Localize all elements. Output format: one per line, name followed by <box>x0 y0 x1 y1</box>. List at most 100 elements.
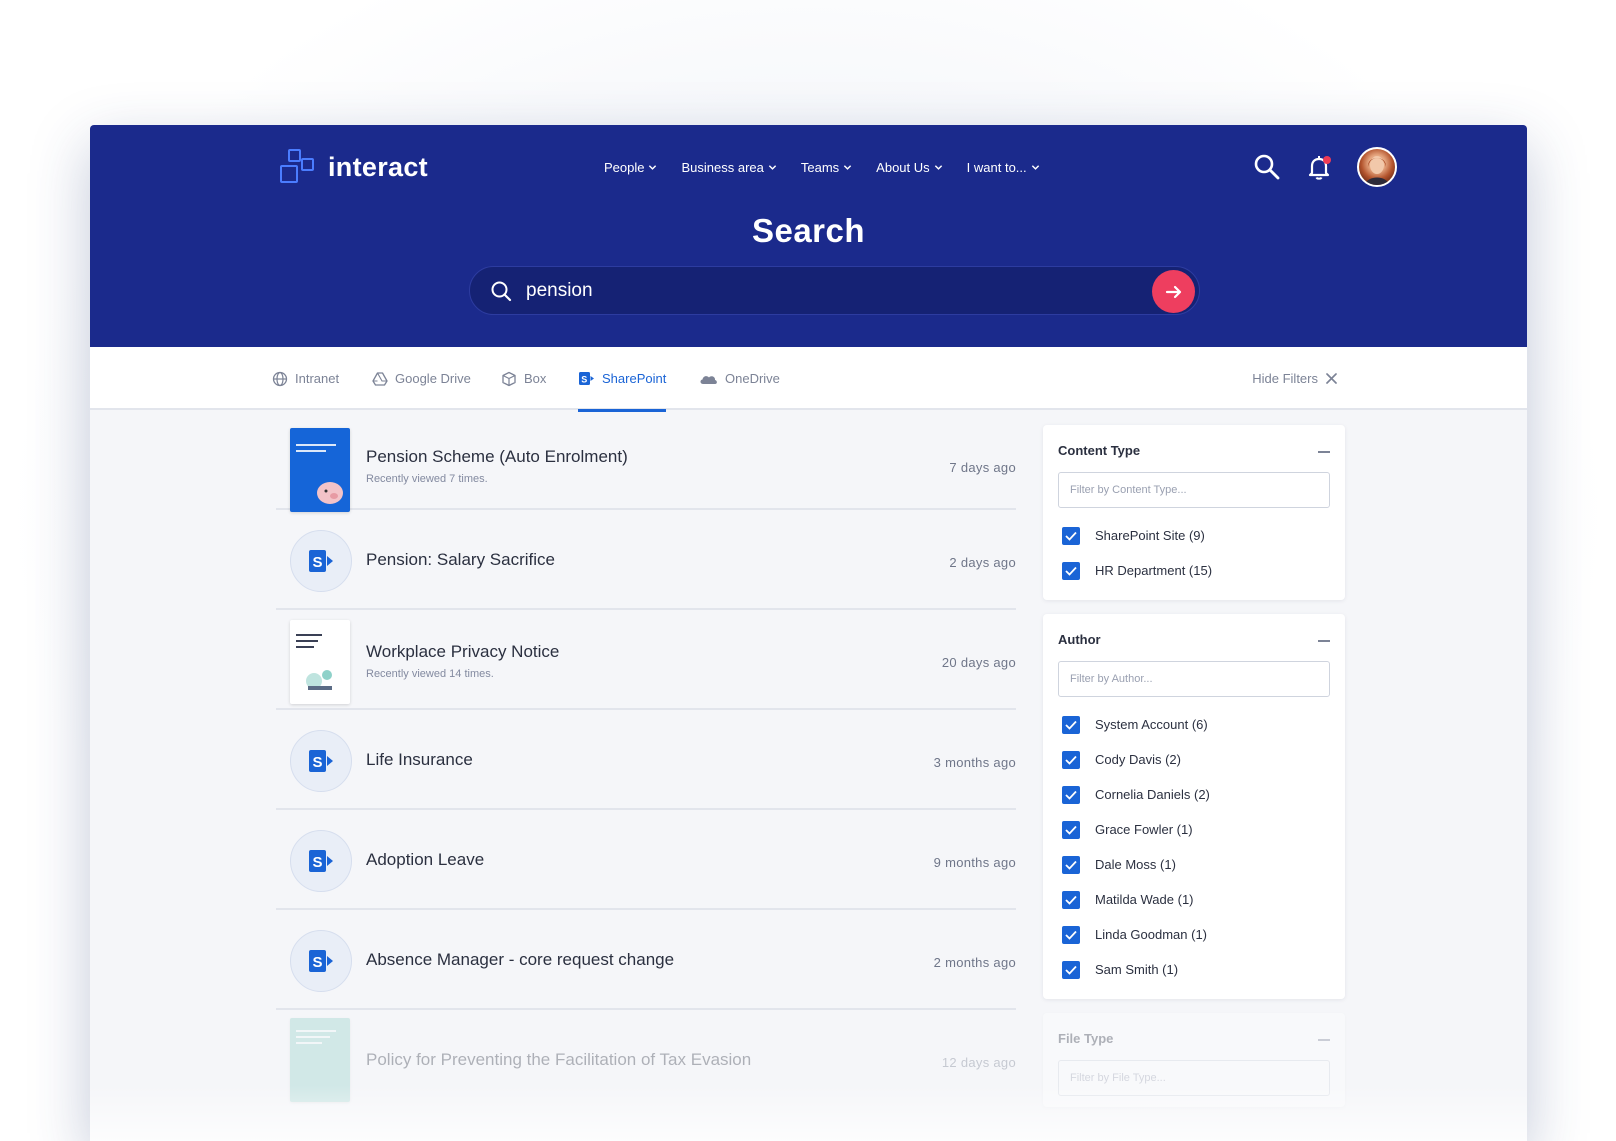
checkbox-checked[interactable] <box>1062 820 1080 839</box>
checkmark-icon <box>1065 895 1077 905</box>
filter-option-label: Sam Smith (1) <box>1095 962 1179 977</box>
result-row[interactable]: Policy for Preventing the Facilitation o… <box>276 1010 1016 1110</box>
filter-option[interactable]: Cody Davis (2) <box>1058 742 1330 777</box>
result-date: 2 days ago <box>949 555 1016 570</box>
checkmark-icon <box>1065 566 1077 576</box>
nav-item-business-area[interactable]: Business area <box>681 157 777 177</box>
nav-item-label: People <box>604 159 645 175</box>
checkmark-icon <box>1065 720 1077 730</box>
filter-option[interactable]: Matilda Wade (1) <box>1058 882 1330 917</box>
filter-option[interactable]: Cornelia Daniels (2) <box>1058 777 1330 812</box>
filter-option[interactable]: SharePoint Site (9) <box>1058 518 1330 553</box>
search-bar <box>469 266 1200 315</box>
filter-option[interactable]: System Account (6) <box>1058 707 1330 742</box>
tab-sharepoint[interactable]: S SharePoint <box>578 347 667 412</box>
nav-item-label: Business area <box>681 159 764 175</box>
collapse-icon[interactable] <box>1318 451 1330 453</box>
chevron-down-icon <box>768 164 777 170</box>
header: interact People Business area Teams Abou… <box>90 125 1527 347</box>
checkbox-checked[interactable] <box>1062 750 1080 769</box>
checkbox-checked[interactable] <box>1062 890 1080 909</box>
results-list: Pension Scheme (Auto Enrolment) Recently… <box>276 410 1016 1110</box>
checkbox-checked[interactable] <box>1062 925 1080 944</box>
result-date: 3 months ago <box>933 755 1016 770</box>
result-title: Pension Scheme (Auto Enrolment) <box>366 447 628 466</box>
tab-label: Google Drive <box>395 371 471 386</box>
filter-option-label: Cody Davis (2) <box>1095 752 1181 767</box>
hide-filters-button[interactable]: Hide Filters <box>1252 347 1337 410</box>
search-icon[interactable] <box>1253 153 1281 181</box>
nav-item-i-want-to[interactable]: I want to... <box>967 157 1040 177</box>
result-row[interactable]: S Pension: Salary Sacrifice 2 days ago <box>276 510 1016 610</box>
result-row[interactable]: S Adoption Leave 9 months ago <box>276 810 1016 910</box>
user-avatar[interactable] <box>1357 147 1397 187</box>
tab-onedrive[interactable]: OneDrive <box>699 347 780 410</box>
onedrive-icon <box>700 375 717 384</box>
search-input[interactable] <box>526 267 1116 314</box>
collapse-icon[interactable] <box>1318 1039 1330 1041</box>
checkmark-icon <box>1065 755 1077 765</box>
sharepoint-icon: S <box>290 830 352 892</box>
checkbox-checked[interactable] <box>1062 526 1080 545</box>
svg-text:S: S <box>313 754 323 771</box>
result-title: Life Insurance <box>366 750 473 769</box>
checkbox-checked[interactable] <box>1062 785 1080 804</box>
checkmark-icon <box>1065 965 1077 975</box>
filter-option-label: System Account (6) <box>1095 717 1208 732</box>
nav-item-label: I want to... <box>966 159 1027 175</box>
result-date: 12 days ago <box>941 1055 1016 1070</box>
filter-option[interactable]: HR Department (15) <box>1058 553 1330 588</box>
filter-option-label: Grace Fowler (1) <box>1095 822 1193 837</box>
tab-label: Intranet <box>295 371 340 386</box>
collapse-icon[interactable] <box>1318 640 1330 642</box>
result-row[interactable]: S Life Insurance 3 months ago <box>276 710 1016 810</box>
globe-icon <box>272 371 288 386</box>
tab-google-drive[interactable]: Google Drive <box>372 347 471 410</box>
filter-option[interactable]: Grace Fowler (1) <box>1058 812 1330 847</box>
result-subtitle: Recently viewed 14 times. <box>366 668 494 680</box>
filter-option-label: Cornelia Daniels (2) <box>1095 787 1210 802</box>
result-date: 20 days ago <box>941 655 1016 670</box>
search-submit-button[interactable] <box>1152 270 1195 313</box>
filter-option[interactable]: Sam Smith (1) <box>1058 952 1330 987</box>
filter-option-label: HR Department (15) <box>1095 563 1213 578</box>
filter-option[interactable]: Linda Goodman (1) <box>1058 917 1330 952</box>
svg-text:S: S <box>313 954 323 971</box>
tab-box[interactable]: Box <box>501 347 546 410</box>
file-type-filter-input[interactable] <box>1058 1060 1330 1096</box>
result-title: Absence Manager - core request change <box>366 950 675 969</box>
result-row[interactable]: Workplace Privacy Notice Recently viewed… <box>276 610 1016 710</box>
tab-intranet[interactable]: Intranet <box>272 347 339 410</box>
notification-bell-icon[interactable] <box>1305 153 1333 181</box>
nav-item-people[interactable]: People <box>604 157 657 177</box>
checkbox-checked[interactable] <box>1062 960 1080 979</box>
result-row[interactable]: S Absence Manager - core request change … <box>276 910 1016 1010</box>
result-subtitle: Recently viewed 7 times. <box>366 473 488 485</box>
checkbox-checked[interactable] <box>1062 715 1080 734</box>
tab-label: Box <box>524 371 547 386</box>
sharepoint-icon: S <box>579 372 594 385</box>
checkmark-icon <box>1065 790 1077 800</box>
content-type-filter-input[interactable] <box>1058 472 1330 508</box>
app-window: interact People Business area Teams Abou… <box>90 125 1527 1141</box>
source-tabs: Intranet Google Drive Box S SharePoint O… <box>90 347 1527 412</box>
result-row[interactable]: Pension Scheme (Auto Enrolment) Recently… <box>276 410 1016 512</box>
checkbox-checked[interactable] <box>1062 561 1080 580</box>
result-date: 9 months ago <box>933 855 1016 870</box>
logo[interactable]: interact <box>280 149 428 185</box>
checkbox-checked[interactable] <box>1062 855 1080 874</box>
filter-panel-title: Content Type <box>1058 443 1141 458</box>
header-actions <box>1229 147 1397 187</box>
author-filter-input[interactable] <box>1058 661 1330 697</box>
svg-text:S: S <box>313 554 323 571</box>
nav-item-label: About Us <box>876 159 930 175</box>
search-icon <box>491 281 512 302</box>
nav-item-about-us[interactable]: About Us <box>876 157 942 177</box>
result-date: 7 days ago <box>949 460 1016 475</box>
sharepoint-icon: S <box>290 930 352 992</box>
filter-option[interactable]: Dale Moss (1) <box>1058 847 1330 882</box>
box-icon <box>502 371 516 386</box>
filter-option-label: Dale Moss (1) <box>1095 857 1176 872</box>
logo-icon <box>280 149 316 185</box>
nav-item-teams[interactable]: Teams <box>801 157 852 177</box>
